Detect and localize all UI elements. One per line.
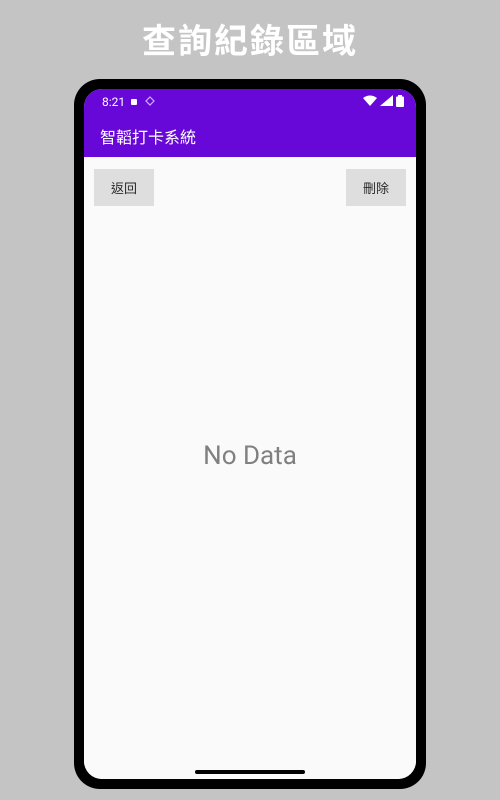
- notification-icon: [145, 95, 155, 109]
- status-bar-left: 8:21: [102, 95, 155, 109]
- app-bar: 智韜打卡系統: [84, 115, 416, 157]
- back-button[interactable]: 返回: [94, 169, 154, 206]
- phone-frame: 8:21 智韜打卡系統: [74, 79, 426, 789]
- status-time: 8:21: [102, 95, 125, 109]
- status-bar-right: [363, 95, 404, 110]
- page-title: 查詢紀錄區域: [142, 14, 358, 63]
- navigation-bar-handle[interactable]: [195, 770, 305, 774]
- phone-screen: 8:21 智韜打卡系統: [84, 89, 416, 779]
- empty-state-message: No Data: [203, 441, 297, 471]
- voicemail-icon: [130, 95, 140, 109]
- signal-icon: [380, 95, 393, 109]
- battery-icon: [396, 95, 404, 110]
- button-row: 返回 刪除: [84, 157, 416, 206]
- wifi-icon: [363, 95, 377, 109]
- status-bar: 8:21: [84, 89, 416, 115]
- delete-button[interactable]: 刪除: [346, 169, 406, 206]
- content-area: 返回 刪除 No Data: [84, 157, 416, 779]
- app-bar-title: 智韜打卡系統: [100, 124, 196, 148]
